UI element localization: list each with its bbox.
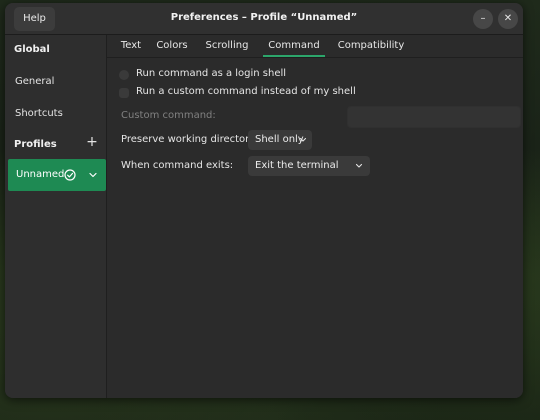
on-exit-value: Exit the terminal bbox=[255, 160, 339, 171]
login-shell-checkbox[interactable] bbox=[119, 70, 129, 80]
on-exit-label: When command exits: bbox=[121, 160, 234, 171]
sidebar-heading-global: Global bbox=[14, 44, 50, 55]
preserve-directory-dropdown[interactable]: Shell only bbox=[248, 130, 312, 150]
preserve-directory-value: Shell only bbox=[255, 134, 304, 145]
on-exit-dropdown[interactable]: Exit the terminal bbox=[248, 156, 370, 176]
sidebar: Global General Shortcuts Profiles + Unna… bbox=[5, 35, 107, 398]
preserve-directory-label: Preserve working directory: bbox=[121, 134, 258, 145]
profile-settings-panel: Text Colors Scrolling Command Compatibil… bbox=[107, 35, 523, 398]
add-profile-button[interactable]: + bbox=[85, 135, 99, 149]
custom-command-field[interactable] bbox=[347, 106, 521, 128]
sidebar-heading-profiles: Profiles bbox=[14, 139, 57, 150]
sidebar-item-shortcuts[interactable]: Shortcuts bbox=[15, 108, 63, 119]
header-bar: Help Preferences – Profile “Unnamed” – ✕ bbox=[5, 3, 523, 35]
chevron-down-icon bbox=[355, 163, 363, 168]
tab-text[interactable]: Text bbox=[115, 35, 147, 57]
profile-name: Unnamed bbox=[16, 169, 65, 180]
tab-colors[interactable]: Colors bbox=[151, 35, 193, 57]
tab-compatibility[interactable]: Compatibility bbox=[331, 35, 411, 57]
tab-scrolling[interactable]: Scrolling bbox=[199, 35, 255, 57]
chevron-down-icon[interactable] bbox=[88, 170, 98, 180]
login-shell-label: Run command as a login shell bbox=[136, 68, 287, 79]
close-icon: ✕ bbox=[503, 13, 513, 24]
minimize-icon: – bbox=[480, 13, 486, 24]
preferences-window: Help Preferences – Profile “Unnamed” – ✕… bbox=[5, 3, 523, 398]
check-circle-icon bbox=[64, 169, 76, 181]
tab-command[interactable]: Command bbox=[263, 35, 325, 57]
sidebar-item-general[interactable]: General bbox=[15, 76, 54, 87]
close-button[interactable]: ✕ bbox=[498, 9, 518, 29]
sidebar-item-profile-unnamed[interactable]: Unnamed bbox=[8, 159, 106, 191]
tab-bar: Text Colors Scrolling Command Compatibil… bbox=[107, 35, 523, 58]
minimize-button[interactable]: – bbox=[473, 9, 493, 29]
plus-icon: + bbox=[86, 134, 98, 150]
window-title: Preferences – Profile “Unnamed” bbox=[170, 12, 358, 23]
custom-command-toggle-label: Run a custom command instead of my shell bbox=[136, 86, 356, 97]
chevron-down-icon bbox=[299, 137, 307, 142]
custom-command-checkbox[interactable] bbox=[119, 88, 129, 98]
custom-command-label: Custom command: bbox=[121, 110, 216, 121]
